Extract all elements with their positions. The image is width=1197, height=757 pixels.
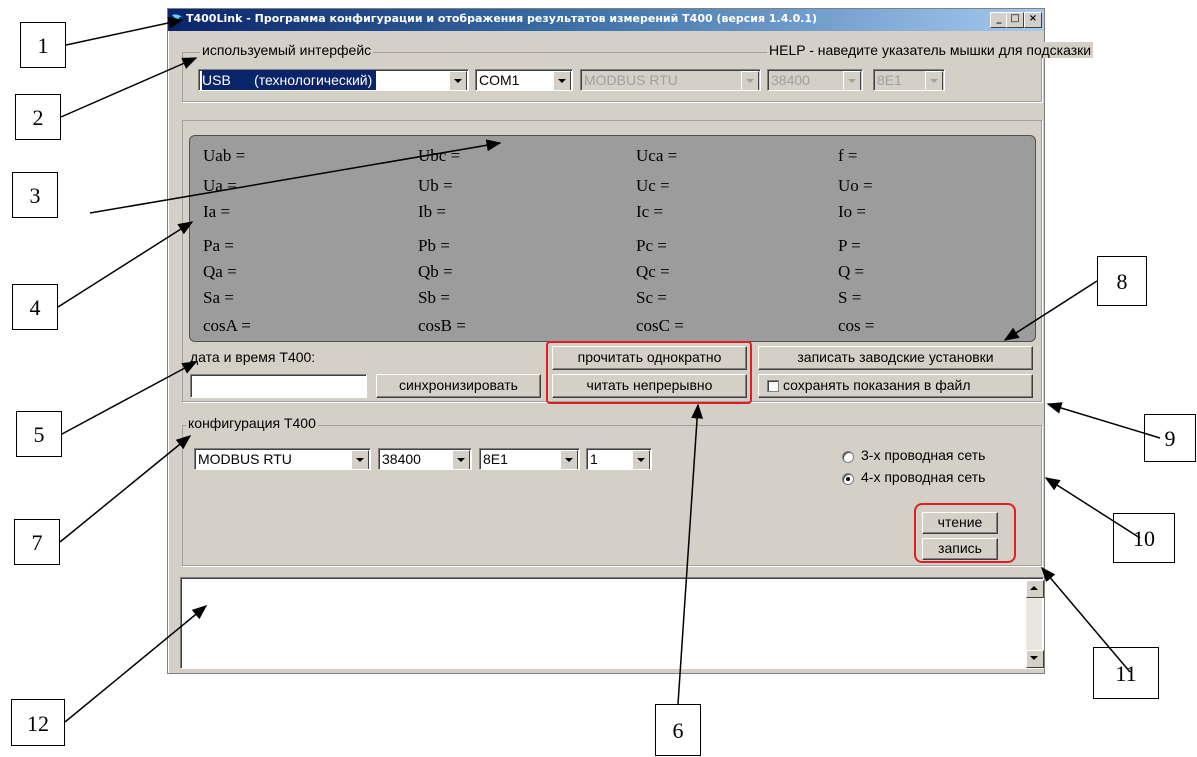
arrow-12 [64, 605, 208, 723]
arrow-6 [677, 403, 704, 705]
arrow-10 [1044, 477, 1141, 539]
arrow-9 [1046, 402, 1161, 439]
arrow-2 [60, 57, 198, 118]
arrow-4 [57, 221, 194, 308]
arrow-8 [1003, 280, 1098, 341]
arrow-1 [65, 16, 184, 46]
arrow-11 [1041, 566, 1131, 673]
arrow-7 [59, 435, 192, 543]
arrow-5 [61, 361, 198, 435]
callout-arrows [57, 16, 1161, 723]
arrow-3 [89, 139, 502, 214]
